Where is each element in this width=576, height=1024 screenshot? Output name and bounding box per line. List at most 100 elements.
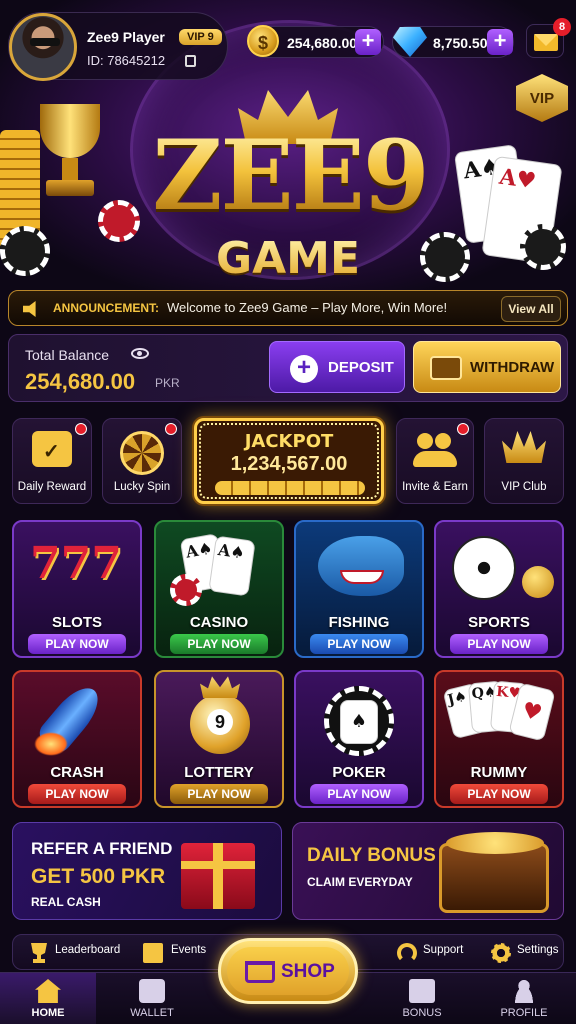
play-now-button[interactable]: PLAY NOW [28, 784, 126, 804]
add-gems-button[interactable]: + [487, 29, 513, 55]
play-now-button[interactable]: PLAY NOW [450, 634, 548, 654]
game-tile-rummy[interactable]: J♠ Q♠ K♥ ♥ RUMMY PLAY NOW [434, 670, 564, 808]
logo-title: ZEE9 [140, 128, 440, 224]
daily-bonus-banner[interactable]: DAILY BONUS CLAIM EVERYDAY [292, 822, 564, 920]
crown-icon [200, 676, 240, 698]
game-tile-lottery[interactable]: 9 LOTTERY PLAY NOW [154, 670, 284, 808]
speaker-icon [23, 301, 36, 317]
game-tile-crash[interactable]: CRASH PLAY NOW [12, 670, 142, 808]
jackpot-value: 1,234,567.00 [230, 453, 348, 475]
wallet-icon [430, 356, 462, 380]
add-coins-button[interactable]: + [355, 29, 381, 55]
announcement-text: Welcome to Zee9 Game – Play More, Win Mo… [167, 300, 448, 315]
tab-bonus[interactable]: BONUS [374, 973, 470, 1024]
gem-balance: 8,750.50 + [392, 26, 514, 58]
game-tile-fishing[interactable]: FISHING PLAY NOW [294, 520, 424, 658]
bonus-title: DAILY BONUS [307, 845, 436, 866]
mail-notification-badge: 8 [553, 18, 571, 36]
game-tile-slots[interactable]: 777 SLOTS PLAY NOW [12, 520, 142, 658]
poker-chip-decoration [420, 232, 470, 282]
play-now-button[interactable]: PLAY NOW [450, 784, 548, 804]
gold-ball-icon [522, 566, 554, 598]
shop-button[interactable]: SHOP [218, 938, 358, 1004]
tab-profile[interactable]: PROFILE [476, 973, 572, 1024]
daily-reward-tile[interactable]: Daily Reward [12, 418, 92, 504]
deposit-button[interactable]: + DEPOSIT [269, 341, 405, 393]
vip-club-label: VIP Club [501, 481, 547, 493]
coin-amount: 254,680.00 [287, 35, 358, 51]
spin-wheel-icon [120, 431, 164, 475]
coin-balance: $ 254,680.00 + [247, 25, 384, 58]
tab-home[interactable]: HOME [0, 973, 96, 1024]
avatar[interactable] [9, 13, 77, 81]
poker-chip-decoration [98, 200, 140, 242]
invite-earn-tile[interactable]: Invite & Earn [396, 418, 474, 504]
gift-box-icon [181, 843, 255, 909]
withdraw-label: WITHDRAW [470, 359, 555, 376]
game-name: FISHING [328, 614, 390, 631]
lottery-ball-icon: 9 [190, 694, 250, 754]
daily-reward-label: Daily Reward [17, 481, 87, 493]
lucky-spin-tile[interactable]: Lucky Spin [102, 418, 182, 504]
diamond-icon [393, 27, 427, 57]
trophy-icon [22, 104, 118, 204]
jackpot-display[interactable]: JACKPOT 1,234,567.00 [194, 418, 384, 504]
coin-pile-decoration [215, 481, 365, 495]
play-now-button[interactable]: PLAY NOW [28, 634, 126, 654]
refer-amount: GET 500 PKR [31, 865, 166, 888]
tab-label: BONUS [402, 1007, 442, 1019]
poker-chip-decoration [520, 224, 566, 270]
invite-earn-label: Invite & Earn [402, 481, 468, 493]
refer-subtitle: REAL CASH [31, 895, 101, 909]
notification-dot [457, 423, 469, 435]
game-name: SPORTS [468, 614, 530, 631]
plus-icon: + [290, 355, 318, 383]
game-name: CASINO [189, 614, 249, 631]
slot-777-icon: 777 [30, 538, 122, 589]
people-icon [413, 431, 457, 469]
poker-chip-decoration [0, 226, 50, 276]
bonus-subtitle: CLAIM EVERYDAY [307, 875, 413, 889]
trophy-icon [31, 943, 47, 963]
eye-icon[interactable] [131, 348, 149, 359]
gift-icon [143, 943, 163, 963]
balance-value: 254,680.00 [25, 369, 136, 394]
balance-currency: PKR [155, 376, 180, 390]
notification-dot [165, 423, 177, 435]
play-now-button[interactable]: PLAY NOW [170, 634, 268, 654]
tab-label: PROFILE [500, 1007, 548, 1019]
events-link[interactable]: Events [171, 944, 206, 956]
withdraw-button[interactable]: WITHDRAW [413, 341, 561, 393]
refer-friend-banner[interactable]: REFER A FRIEND GET 500 PKR REAL CASH [12, 822, 282, 920]
shark-icon [318, 536, 404, 596]
soccer-ball-icon [452, 536, 516, 600]
user-id: ID: 78645212 [87, 53, 166, 68]
view-all-button[interactable]: View All [501, 296, 561, 322]
announcement-label: ANNOUNCEMENT: [53, 301, 159, 315]
game-name: SLOTS [51, 614, 102, 631]
copy-icon[interactable] [185, 55, 196, 67]
card-icon: ♠ [340, 700, 378, 744]
support-link[interactable]: Support [423, 944, 463, 956]
play-now-button[interactable]: PLAY NOW [310, 784, 408, 804]
tab-label: HOME [31, 1007, 65, 1019]
lucky-spin-label: Lucky Spin [113, 481, 171, 493]
game-tile-sports[interactable]: SPORTS PLAY NOW [434, 520, 564, 658]
announcement-bar: ANNOUNCEMENT: Welcome to Zee9 Game – Pla… [8, 290, 568, 326]
shop-label: SHOP [281, 961, 335, 982]
poker-chip-icon [170, 574, 202, 606]
settings-link[interactable]: Settings [517, 944, 559, 956]
play-now-button[interactable]: PLAY NOW [310, 634, 408, 654]
gift-icon [409, 979, 435, 1003]
logo-subtitle: GAME [196, 236, 380, 282]
vip-club-tile[interactable]: VIP Club [484, 418, 564, 504]
play-now-button[interactable]: PLAY NOW [170, 784, 268, 804]
game-tile-poker[interactable]: ♠ POKER PLAY NOW [294, 670, 424, 808]
game-tile-casino[interactable]: A♠ A♠ CASINO PLAY NOW [154, 520, 284, 658]
leaderboard-link[interactable]: Leaderboard [55, 944, 120, 956]
tab-wallet[interactable]: WALLET [104, 973, 200, 1024]
coin-icon: $ [247, 25, 279, 57]
user-profile-card[interactable]: Zee9 Player VIP 9 ID: 78645212 [8, 12, 228, 81]
balance-panel: Total Balance 254,680.00 PKR + DEPOSIT W… [8, 334, 568, 402]
jackpot-label: JACKPOT [244, 431, 334, 452]
